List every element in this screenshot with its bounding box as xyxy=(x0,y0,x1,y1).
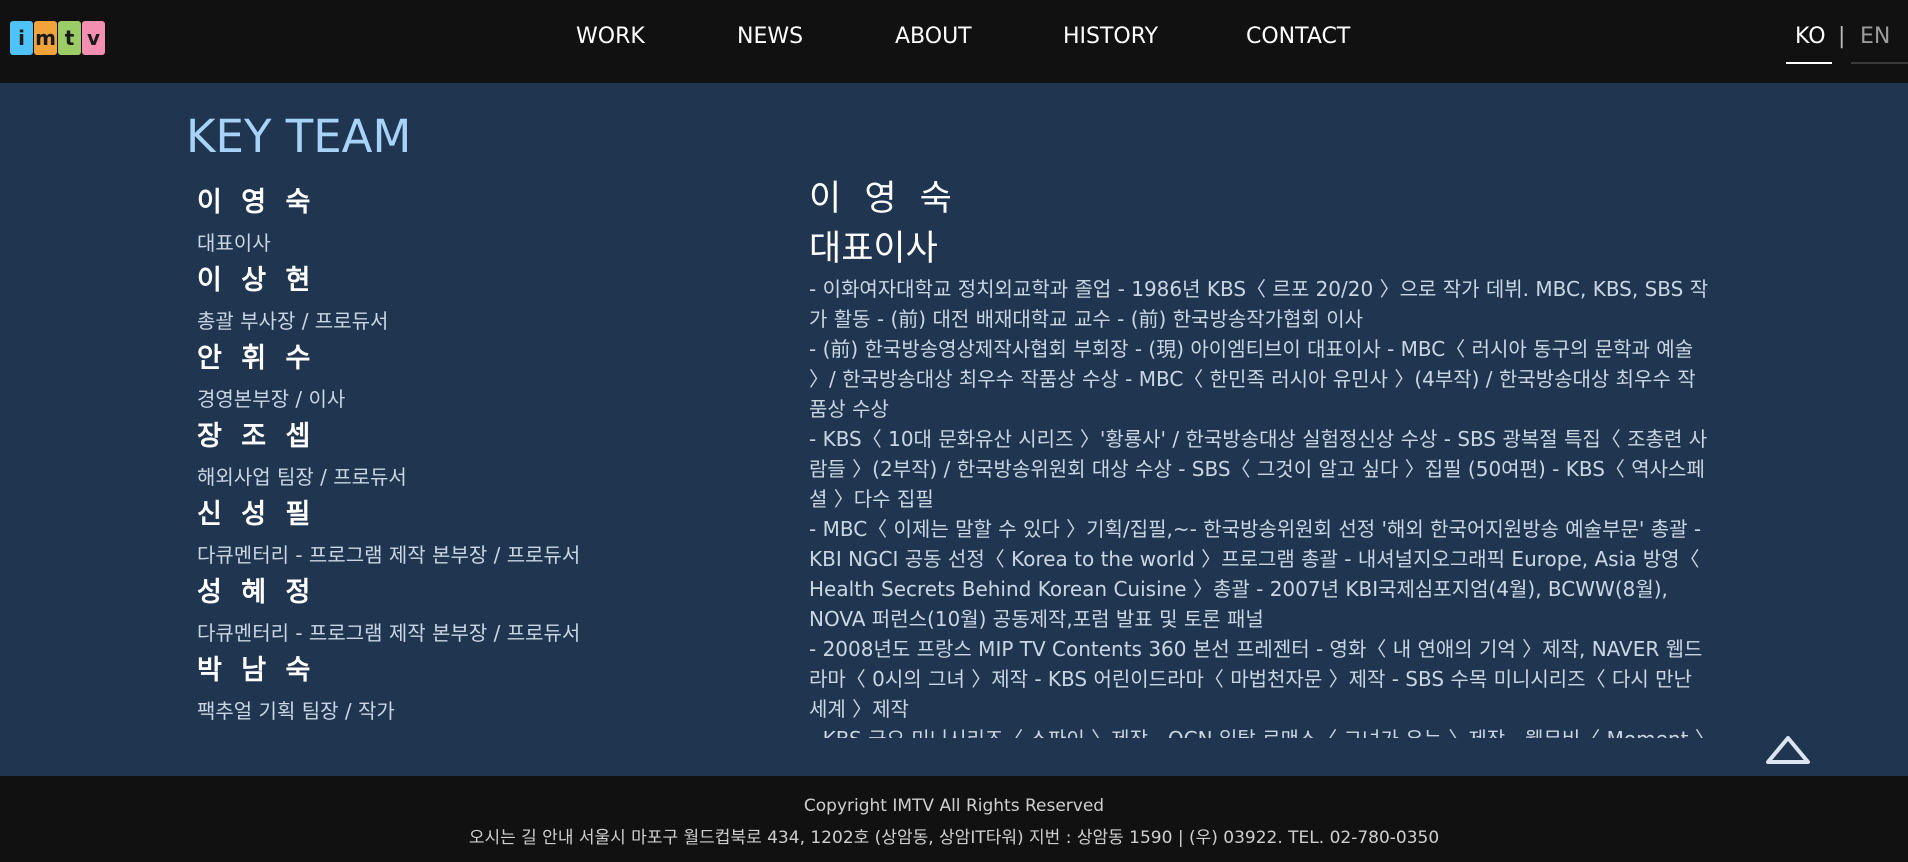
lang-ko-underline xyxy=(1786,62,1832,64)
site-footer: Copyright IMTV All Rights Reserved 오시는 길… xyxy=(0,776,1908,862)
team-member[interactable]: 성 혜 정 다큐멘터리 - 프로그램 제작 본부장 / 프로듀서 xyxy=(197,570,580,646)
member-role: 대표이사 xyxy=(197,231,271,255)
team-member[interactable]: 장 조 셉 해외사업 팀장 / 프로듀서 xyxy=(197,414,407,490)
team-member[interactable]: 박 남 숙 팩추얼 기획 팀장 / 작가 xyxy=(197,648,395,724)
logo-letter-t: t xyxy=(58,21,81,55)
lang-en[interactable]: EN xyxy=(1860,24,1890,49)
member-role: 경영본부장 / 이사 xyxy=(197,387,346,411)
team-member[interactable]: 이 상 현 총괄 부사장 / 프로듀서 xyxy=(197,258,388,334)
member-name: 신 성 필 xyxy=(197,499,316,530)
footer-copyright: Copyright IMTV All Rights Reserved xyxy=(803,796,1105,816)
member-role: 다큐멘터리 - 프로그램 제작 본부장 / 프로듀서 xyxy=(197,543,581,567)
bio-paragraph: - KBS〈 10대 문화유산 시리즈 〉'황룡사' / 한국방송대상 실험정신… xyxy=(809,427,1708,511)
member-role: 다큐멘터리 - 프로그램 제작 본부장 / 프로듀서 xyxy=(197,621,581,645)
member-detail-panel: 이 영 숙 대표이사 - 이화여자대학교 정치외교학과 졸업 - 1986년 K… xyxy=(809,168,1709,738)
logo-letter-v: v xyxy=(82,21,105,55)
footer-address: 오시는 길 안내 서울시 마포구 월드컵북로 434, 1202호 (상암동, … xyxy=(468,828,1440,848)
bio-paragraph: - MBC〈 이제는 말할 수 있다 〉기획/집필,~- 한국방송위원회 선정 … xyxy=(809,517,1702,631)
team-list: 이 영 숙 대표이사 이 상 현 총괄 부사장 / 프로듀서 안 휘 수 경영본… xyxy=(197,180,757,740)
member-name: 이 영 숙 xyxy=(197,187,316,218)
detail-bio: - 이화여자대학교 정치외교학과 졸업 - 1986년 KBS〈 르포 20/2… xyxy=(809,274,1709,738)
site-header: i m t v WORK NEWS ABOUT HISTORY CONTACT … xyxy=(0,0,1908,83)
member-role: 해외사업 팀장 / 프로듀서 xyxy=(197,465,407,489)
member-role: 팩추얼 기획 팀장 / 작가 xyxy=(197,699,395,723)
member-name: 박 남 숙 xyxy=(197,655,316,686)
bio-paragraph: - 2008년도 프랑스 MIP TV Contents 360 본선 프레젠터… xyxy=(809,637,1703,721)
team-member[interactable]: 이 영 숙 대표이사 xyxy=(197,180,315,256)
member-name: 이 상 현 xyxy=(197,265,316,296)
bio-paragraph: - (前) 한국방송영상제작사협회 부회장 - (現) 아이엠티브이 대표이사 … xyxy=(809,337,1696,421)
logo-letter-i: i xyxy=(10,21,33,55)
nav-about[interactable]: ABOUT xyxy=(895,24,972,49)
bio-paragraph: - 이화여자대학교 정치외교학과 졸업 - 1986년 KBS〈 르포 20/2… xyxy=(809,277,1709,331)
member-name: 장 조 셉 xyxy=(197,421,316,452)
team-member[interactable]: 안 휘 수 경영본부장 / 이사 xyxy=(197,336,345,412)
member-name: 안 휘 수 xyxy=(197,343,316,374)
nav-news[interactable]: NEWS xyxy=(737,24,803,49)
imtv-logo[interactable]: i m t v xyxy=(10,21,106,59)
nav-history[interactable]: HISTORY xyxy=(1063,24,1158,49)
team-member[interactable]: 신 성 필 다큐멘터리 - 프로그램 제작 본부장 / 프로듀서 xyxy=(197,492,580,568)
logo-letter-m: m xyxy=(34,21,57,55)
detail-name: 이 영 숙 xyxy=(809,179,958,219)
member-role: 총괄 부사장 / 프로듀서 xyxy=(197,309,389,333)
scroll-top-button[interactable] xyxy=(1764,734,1812,766)
page-title: KEY TEAM xyxy=(186,110,412,163)
lang-en-underline xyxy=(1851,62,1908,64)
detail-role: 대표이사 xyxy=(809,229,938,269)
nav-work[interactable]: WORK xyxy=(576,24,645,49)
lang-separator: | xyxy=(1838,24,1846,49)
chevron-up-icon xyxy=(1766,736,1810,764)
lang-ko[interactable]: KO xyxy=(1795,24,1826,49)
nav-contact[interactable]: CONTACT xyxy=(1246,24,1350,49)
member-name: 성 혜 정 xyxy=(197,577,316,608)
bio-paragraph: - KBS 금요 미니시리즈〈 스파이 〉제작 - OCN 일탈 로맨스〈 그녀… xyxy=(809,724,1709,738)
